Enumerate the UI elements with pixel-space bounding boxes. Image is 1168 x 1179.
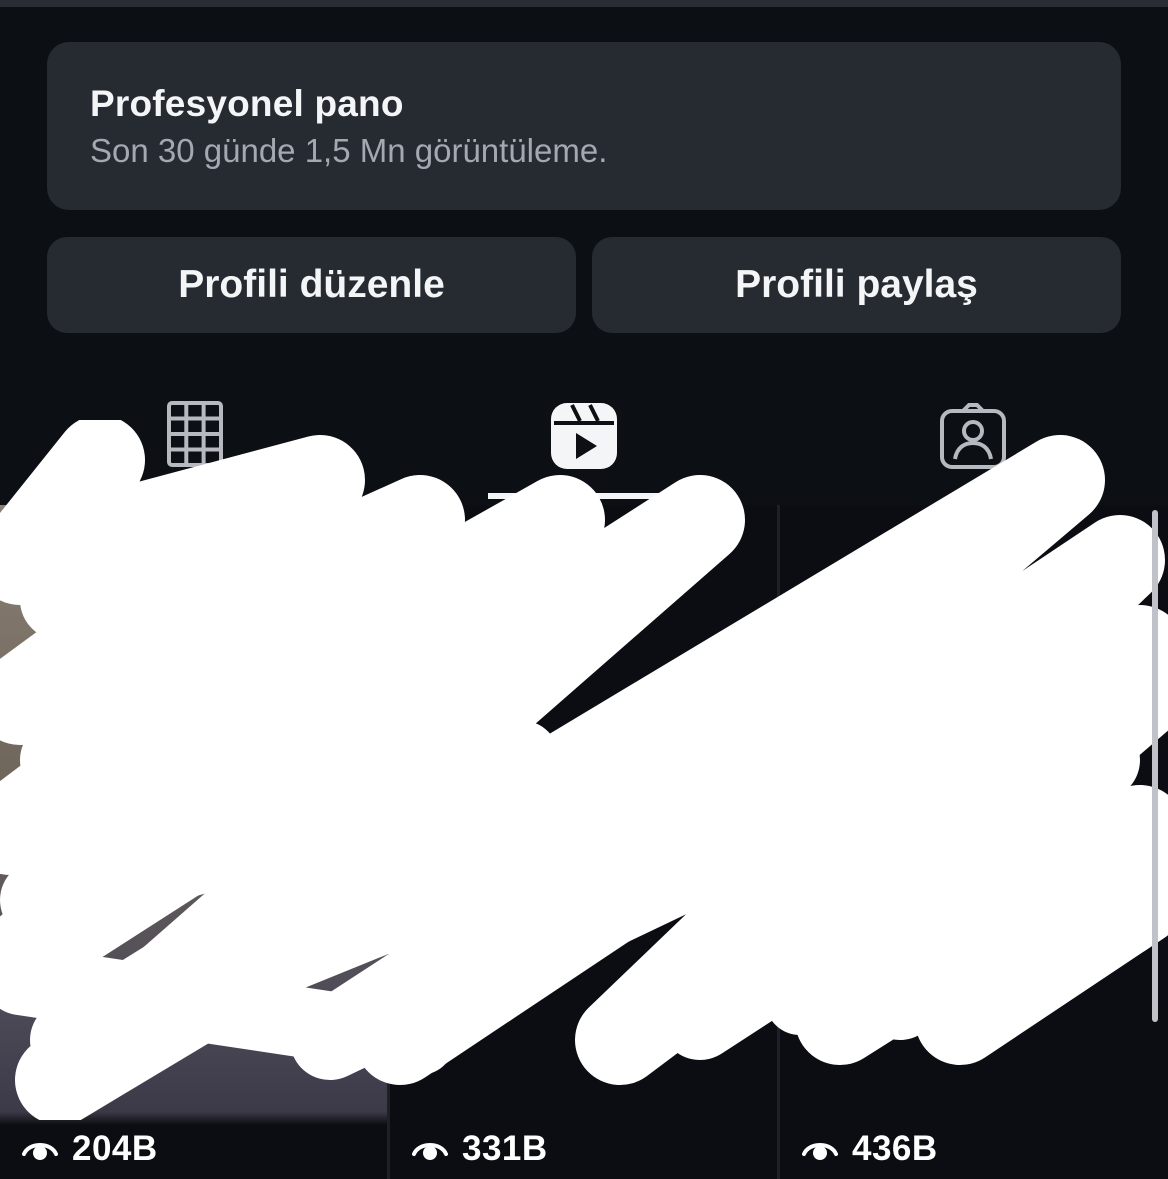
reels-grid: 204B 331B 436B [0, 505, 1168, 1179]
profile-tabs [0, 395, 1168, 505]
grid-icon [166, 401, 223, 467]
dashboard-subtitle: Son 30 günde 1,5 Mn görüntüleme. [90, 132, 608, 169]
scrollbar[interactable] [1152, 510, 1158, 1022]
tab-grid[interactable] [0, 395, 389, 500]
reel-thumbnail[interactable]: 331B [390, 505, 777, 1179]
grid-divider [387, 505, 390, 1179]
reel-thumbnail[interactable]: 204B [0, 505, 387, 1179]
eye-icon [802, 1143, 838, 1160]
edit-profile-button[interactable]: Profili düzenle [47, 237, 576, 333]
professional-dashboard-card[interactable]: Profesyonel pano Son 30 günde 1,5 Mn gör… [47, 42, 1121, 210]
top-strip [0, 0, 1168, 7]
grid-divider [777, 505, 780, 1179]
reels-icon [550, 403, 617, 469]
view-count-text: 436B [852, 1129, 938, 1168]
view-count-text: 204B [72, 1129, 158, 1168]
tagged-person-icon [939, 403, 1006, 469]
view-count: 204B [22, 1129, 158, 1169]
view-count-text: 331B [462, 1129, 548, 1168]
dashboard-title: Profesyonel pano [90, 83, 404, 124]
eye-icon [22, 1143, 58, 1160]
tab-reels[interactable] [389, 395, 778, 500]
view-count: 331B [412, 1129, 548, 1169]
reel-thumbnail[interactable]: 436B [780, 505, 1168, 1179]
tab-tagged[interactable] [778, 395, 1167, 500]
eye-icon [412, 1143, 448, 1160]
view-count: 436B [802, 1129, 938, 1169]
active-tab-indicator [488, 493, 680, 499]
share-profile-button[interactable]: Profili paylaş [592, 237, 1121, 333]
